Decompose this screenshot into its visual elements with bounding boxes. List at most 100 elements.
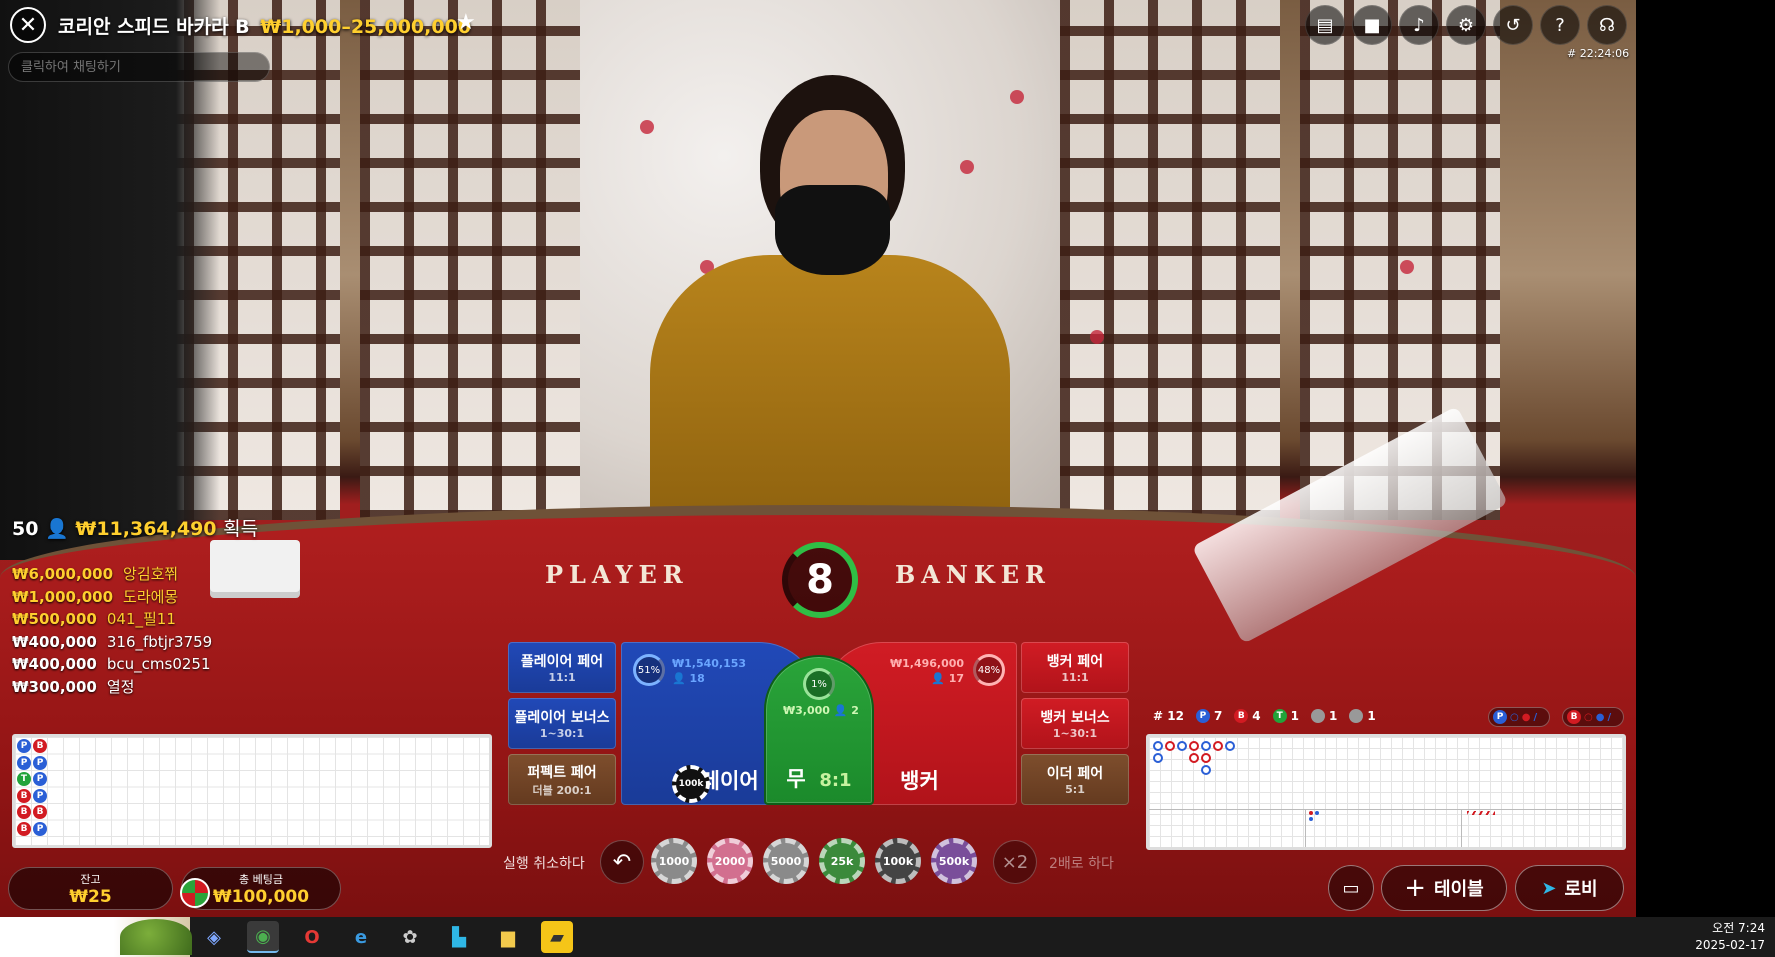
lobby-button[interactable]: ➤ 로비 [1515, 865, 1624, 911]
game-id: # 22:24:06 [1567, 47, 1630, 60]
banker-pair-bet[interactable]: 뱅커 페어 11:1 [1021, 642, 1129, 693]
bead-road-mark: P [17, 739, 31, 753]
chip-100k[interactable]: 100k [875, 838, 921, 884]
big-road[interactable] [1146, 734, 1626, 850]
tie-bet-odds: 8:1 [819, 770, 852, 791]
system-clock[interactable]: 오전 7:24 2025-02-17 [1695, 920, 1765, 954]
small-road-dot-icon: ● [1521, 711, 1531, 723]
history-icon[interactable]: ↺ [1493, 5, 1533, 45]
bead-road-mark: T [17, 772, 31, 786]
app2-icon[interactable]: ▙ [443, 921, 475, 953]
opera-icon[interactable]: O [296, 921, 328, 953]
copilot-icon[interactable]: ◈ [198, 921, 230, 953]
road-mark [1309, 811, 1313, 815]
bead-road-mark: P [33, 772, 47, 786]
bead-road-mark: B [33, 739, 47, 753]
chip-2000[interactable]: 2000 [707, 838, 753, 884]
bead-road[interactable]: PBPPTPBPBBBP [12, 734, 492, 848]
undo-button[interactable]: ↶ [600, 840, 644, 884]
winner-amount: ₩400,000 [12, 655, 97, 673]
bet-name: 뱅커 페어 [1046, 654, 1104, 670]
chip-1000[interactable]: 1000 [651, 838, 697, 884]
player-badge-icon: P [1195, 709, 1210, 723]
bet-odds: 1~30:1 [1052, 727, 1098, 740]
winner-name: bcu_cms0251 [106, 655, 211, 673]
close-icon: ✕ [18, 12, 38, 38]
dealer-mask [775, 185, 890, 275]
bet-name: 퍼펙트 페어 [527, 764, 597, 781]
blossom-decoration [1400, 260, 1414, 274]
video-icon[interactable]: ■ [1352, 5, 1392, 45]
banker-prediction-button[interactable]: B ○ ● / [1562, 707, 1624, 727]
double-button[interactable]: ×2 [993, 840, 1037, 884]
sticky-notes-icon[interactable]: ▰ [541, 921, 573, 953]
placed-chip[interactable]: 100k [672, 765, 710, 803]
edge-icon[interactable]: e [345, 921, 377, 953]
close-button[interactable]: ✕ [10, 7, 46, 43]
bead-road-mark: B [17, 788, 31, 803]
player-badge-icon: P [1493, 710, 1507, 724]
either-pair-bet[interactable]: 이더 페어 5:1 [1021, 754, 1129, 805]
tie-bet-label: 무 [786, 767, 806, 791]
player-pair-bet[interactable]: 플레이어 페어 11:1 [508, 642, 616, 693]
settings-icon[interactable]: ⚙ [1446, 5, 1486, 45]
chip-500k[interactable]: 500k [931, 838, 977, 884]
player-bonus-bet[interactable]: 플레이어 보너스 1~30:1 [508, 698, 616, 749]
winner-amount: ₩500,000 [12, 610, 97, 628]
road-mark [1165, 741, 1175, 751]
chip-5000[interactable]: 5000 [763, 838, 809, 884]
winners-summary: 50 👤 ₩11,364,490 획득 [12, 514, 258, 541]
clock-date: 2025-02-17 [1695, 938, 1765, 952]
banker-badge-icon: B [1567, 710, 1581, 724]
banker-pair-count-value: 1 [1367, 709, 1376, 723]
player-stake-players: 👤 18 [672, 672, 705, 685]
blossom-decoration [1090, 330, 1104, 344]
road-mark [1315, 811, 1319, 815]
chip-25k[interactable]: 25k [819, 838, 865, 884]
perfect-pair-bet[interactable]: 퍼펙트 페어 더블 200:1 [508, 754, 616, 805]
player-wins: P7 [1195, 709, 1222, 723]
tables-button[interactable]: + 테이블 [1381, 865, 1507, 911]
chat-toggle-button[interactable]: ▭ [1328, 865, 1374, 911]
player-stake: ₩1,540,153 👤 18 [672, 656, 746, 686]
road-mark [1201, 753, 1211, 763]
road-mark [1189, 753, 1199, 763]
tie-label-row: 무 8:1 [786, 763, 851, 793]
tie-stake-amount: ₩3,000 [783, 704, 830, 717]
bead-road-mark: P [17, 755, 31, 770]
player-prediction-button[interactable]: P ○ ● / [1488, 707, 1550, 727]
headset-icon[interactable]: ☊ [1587, 5, 1627, 45]
winner-name: 316_fbtjr3759 [106, 632, 213, 651]
chrome-icon[interactable]: ◉ [247, 921, 279, 953]
staff-person [0, 0, 220, 560]
tree-icon [120, 919, 192, 955]
sound-icon[interactable]: ♪ [1399, 5, 1439, 45]
folder-icon[interactable]: ▆ [492, 921, 524, 953]
help-icon[interactable]: ? [1540, 5, 1580, 45]
bet-name: 플레이어 페어 [520, 654, 604, 670]
round-number: # 12 [1153, 709, 1184, 723]
app-icon[interactable]: ✿ [394, 921, 426, 953]
user-icon: 👤 [45, 518, 69, 540]
banker-bet-label: 뱅커 [900, 769, 939, 793]
winner-count: 50 [12, 518, 39, 540]
banker-bonus-bet[interactable]: 뱅커 보너스 1~30:1 [1021, 698, 1129, 749]
favorite-star-icon[interactable]: ★ [456, 10, 476, 35]
lobby-arrow-icon: ➤ [1541, 877, 1557, 899]
road-mark [1467, 811, 1495, 815]
winner-row: ₩300,000 열정 [12, 676, 212, 699]
winner-row: ₩1,000,000 도라에몽 [12, 586, 212, 609]
bet-odds: 더블 200:1 [532, 783, 592, 797]
chat-icon[interactable]: ▤ [1305, 5, 1345, 45]
winner-name: 041_필11 [106, 610, 176, 628]
chat-input[interactable] [8, 52, 270, 82]
tie-percent: 1% [803, 668, 835, 700]
double-label: 2배로 하다 [1049, 856, 1114, 872]
table-name: 코리안 스피드 바카라 B [58, 16, 250, 38]
player-stake-amount: ₩1,540,153 [672, 657, 747, 670]
road-mark [1201, 765, 1211, 775]
road-mark [1213, 741, 1223, 751]
bet-odds: 11:1 [548, 671, 576, 684]
winner-row: ₩6,000,000 앙김호쮜 [12, 563, 212, 586]
bet-name: 플레이어 보너스 [514, 710, 610, 726]
